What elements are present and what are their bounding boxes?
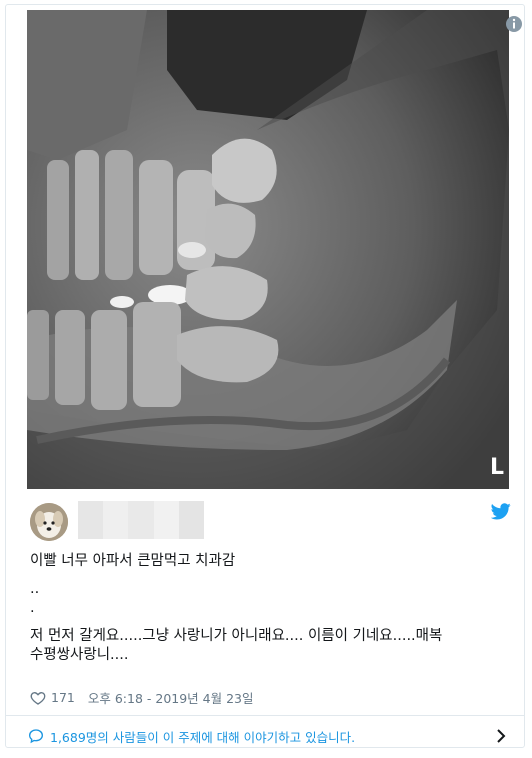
heart-icon[interactable]	[30, 690, 46, 706]
speech-bubble-icon	[28, 729, 44, 744]
twitter-bird-icon[interactable]	[491, 503, 511, 520]
divider	[6, 715, 524, 716]
tweet-timestamp[interactable]: 오후 6:18 - 2019년 4월 23일	[88, 688, 254, 707]
tweet-line: 수평쌍사랑니....	[30, 647, 129, 663]
author-avatar[interactable]	[30, 503, 68, 541]
conversation-link[interactable]: 1,689명의 사람들이 이 주제에 대해 이야기하고 있습니다.	[28, 725, 508, 747]
tweet-line: .	[30, 600, 35, 616]
xray-illustration	[27, 10, 509, 489]
tweet-media-image[interactable]: L	[27, 10, 509, 489]
tweet-meta: 171 오후 6:18 - 2019년 4월 23일	[30, 688, 253, 707]
tweet-line: 이빨 너무 아파서 큰맘먹고 치과감	[30, 553, 236, 569]
tweet-line: ..	[30, 581, 40, 597]
dog-avatar-icon	[30, 503, 68, 541]
xray-side-marker: L	[490, 455, 505, 480]
chevron-right-icon[interactable]	[494, 728, 508, 744]
embedded-tweet-card: L 이빨 너무 아파서 큰맘먹고 치과감 .. . 저 먼저 갈게요.....그…	[5, 4, 525, 748]
tweet-line: 저 먼저 갈게요.....그냥 사랑니가 아니래요.... 이름이 기네요...…	[30, 628, 443, 644]
author-name-redacted[interactable]	[78, 501, 205, 539]
tweet-body: 이빨 너무 아파서 큰맘먹고 치과감 .. . 저 먼저 갈게요.....그냥 …	[30, 552, 510, 665]
conversation-label: 1,689명의 사람들이 이 주제에 대해 이야기하고 있습니다.	[50, 729, 356, 745]
like-count[interactable]: 171	[51, 690, 75, 705]
info-icon[interactable]	[505, 15, 523, 33]
